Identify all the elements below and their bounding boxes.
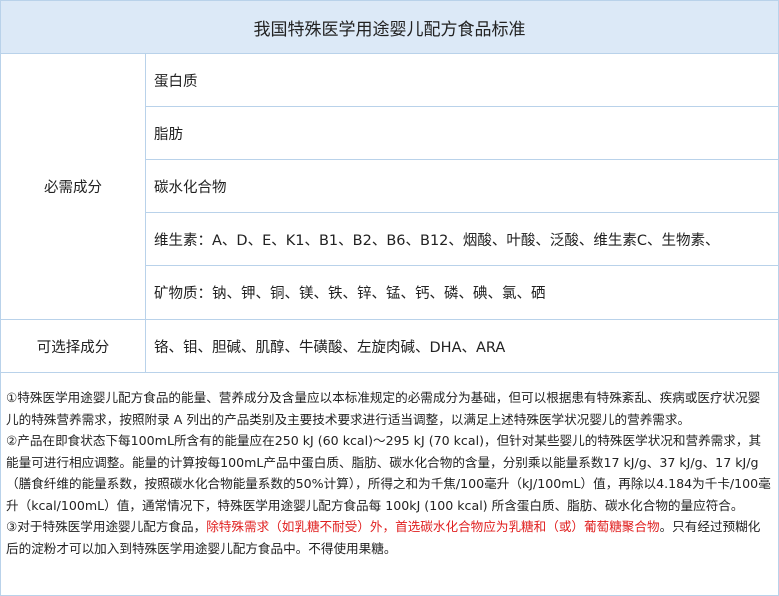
table-title-text: 我国特殊医学用途婴儿配方食品标准 xyxy=(253,19,526,40)
essential-label: 必需成分 xyxy=(1,54,146,319)
note-3: ③对于特殊医学用途婴儿配方食品，除特殊需求（如乳糖不耐受）外，首选碳水化合物应为… xyxy=(6,516,772,559)
table-title: 我国特殊医学用途婴儿配方食品标准 xyxy=(1,1,778,54)
note-2: ②产品在即食状态下每100mL所含有的能量应在250 kJ (60 kcal)～… xyxy=(6,433,771,513)
essential-item: 脂肪 xyxy=(146,107,778,160)
note-1: ①特殊医学用途婴儿配方食品的能量、营养成分及含量应以本标准规定的必需成分为基础，… xyxy=(6,390,761,427)
optional-items: 铬、钼、胆碱、肌醇、牛磺酸、左旋肉碱、DHA、ARA xyxy=(154,339,506,356)
essential-group: 必需成分 蛋白质 脂肪 碳水化合物 维生素：A、D、E、K1、B1、B2、B6、… xyxy=(1,54,778,320)
notes-section: ①特殊医学用途婴儿配方食品的能量、营养成分及含量应以本标准规定的必需成分为基础，… xyxy=(1,373,778,559)
optional-group: 可选择成分 铬、钼、胆碱、肌醇、牛磺酸、左旋肉碱、DHA、ARA xyxy=(1,320,778,373)
essential-item: 蛋白质 xyxy=(146,54,778,107)
standards-table: 我国特殊医学用途婴儿配方食品标准 必需成分 蛋白质 脂肪 碳水化合物 维生素：A… xyxy=(0,0,779,596)
essential-item: 维生素：A、D、E、K1、B1、B2、B6、B12、烟酸、叶酸、泛酸、维生素C、… xyxy=(146,213,778,266)
note-3-highlight: 除特殊需求（如乳糖不耐受）外，首选碳水化合物应为乳糖和（或）葡萄糖聚合物 xyxy=(206,519,660,534)
optional-label: 可选择成分 xyxy=(1,320,146,372)
essential-item: 矿物质：钠、钾、铜、镁、铁、锌、锰、钙、磷、碘、氯、硒 xyxy=(154,286,546,302)
note-3-start: ③对于特殊医学用途婴儿配方食品， xyxy=(6,519,207,534)
essential-item: 碳水化合物 xyxy=(146,160,778,213)
